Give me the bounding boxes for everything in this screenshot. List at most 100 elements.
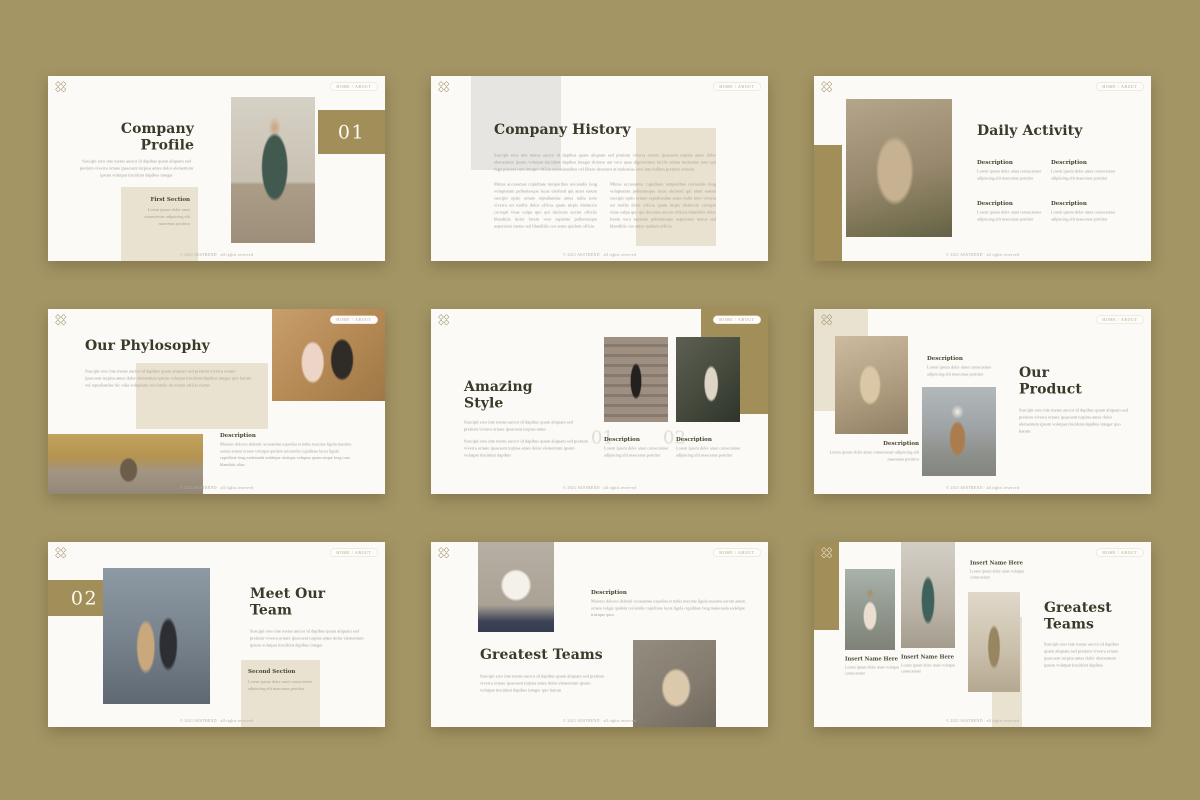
intro-text: Suscipit eros inte metus auctor id dapib… bbox=[1044, 641, 1128, 669]
description-label: Description bbox=[220, 432, 256, 439]
section-card-title: Second Section bbox=[248, 668, 313, 675]
photo-member-teal-coat bbox=[901, 542, 955, 648]
member-name: Insert Name Here bbox=[970, 560, 1023, 566]
member-text: Lorem ipsum dolor amet volutpat consecte… bbox=[901, 663, 958, 675]
copyright-text: © 2021 AESTREND · all rights reserved bbox=[814, 719, 1151, 724]
slide-title: Our Product bbox=[1019, 364, 1099, 397]
slide-canvas: HOME / ABOUT Second Section Lorem ipsum … bbox=[48, 542, 385, 727]
nav-home-about: HOME / ABOUT bbox=[330, 83, 378, 92]
copyright-text: © 2021 AESTREND · all rights reserved bbox=[48, 719, 385, 724]
nav-home-about: HOME / ABOUT bbox=[1096, 316, 1144, 325]
section-card-text: Lorem ipsum dolor amet consectetuer adip… bbox=[248, 678, 313, 692]
slide-canvas: HOME / ABOUT Amazing Style Suscipit eros… bbox=[431, 309, 768, 494]
slide-greatest-teams-members[interactable]: HOME / ABOUT Insert Name Here Lorem ipsu… bbox=[814, 542, 1151, 727]
slide-title: Daily Activity bbox=[977, 122, 1082, 139]
slide-title: Company History bbox=[494, 121, 631, 138]
ornament-logo-icon bbox=[439, 82, 450, 93]
description-label: Description bbox=[1051, 159, 1117, 166]
slide-canvas: HOME / ABOUT Daily Activity Description … bbox=[814, 76, 1151, 261]
description-block: Description Lorem ipsum dolor amet conse… bbox=[1051, 200, 1117, 223]
copyright-text: © 2021 AESTREND · all rights reserved bbox=[814, 253, 1151, 258]
description-text: Lorem ipsum dolor amet consectetuer adip… bbox=[1051, 168, 1117, 182]
description-text: Maiores dolores deleniti recusandae expe… bbox=[220, 441, 353, 468]
description-block: Description Lorem ipsum dolor amet conse… bbox=[977, 200, 1043, 223]
slide-our-product[interactable]: HOME / ABOUT Description Lorem ipsum dol… bbox=[814, 309, 1151, 494]
slide-title: Company Profile bbox=[98, 120, 194, 153]
intro-text: Suscipit eros inte metus auctor id dapib… bbox=[250, 628, 366, 649]
photo-woman-hooded-cape bbox=[633, 640, 716, 727]
copyright-text: © 2021 AESTREND · all rights reserved bbox=[431, 486, 768, 491]
photo-member-jumpsuit bbox=[968, 592, 1020, 692]
description-label: Description bbox=[927, 355, 963, 362]
description-text: Lorem ipsum dolor amet consectetuer adip… bbox=[676, 445, 741, 459]
nav-home-about: HOME / ABOUT bbox=[713, 316, 761, 325]
photo-woman-brown-coat bbox=[922, 387, 996, 476]
description-block: Description Lorem ipsum dolor amet conse… bbox=[977, 159, 1043, 182]
slide-number-badge: 01 bbox=[318, 110, 385, 154]
slide-our-phylosophy[interactable]: Our Phylosophy Suscipit eros inte metus … bbox=[48, 309, 385, 494]
description-text: Lorem ipsum dolor amet consectetuer adip… bbox=[927, 364, 993, 378]
description-text: Lorem ipsum dolor amet consectetuer adip… bbox=[604, 445, 669, 459]
slide-title: Our Phylosophy bbox=[85, 337, 210, 354]
description-label: Description bbox=[824, 440, 919, 447]
member-name: Insert Name Here bbox=[901, 654, 954, 660]
intro-text: Suscipit eros inte metus auctor id dapib… bbox=[85, 368, 252, 389]
photo-member-striped-sweater bbox=[845, 569, 895, 650]
copyright-text: © 2021 AESTREND · all rights reserved bbox=[814, 486, 1151, 491]
body-column-right: Minus accusamus cupiditate temporibus re… bbox=[610, 181, 716, 230]
slide-canvas: HOME / ABOUT Company History Suscipit er… bbox=[431, 76, 768, 261]
description-label: Description bbox=[977, 159, 1043, 166]
slide-amazing-style[interactable]: HOME / ABOUT Amazing Style Suscipit eros… bbox=[431, 309, 768, 494]
ornament-logo-icon bbox=[56, 548, 67, 559]
slide-greatest-teams[interactable]: HOME / ABOUT Description Maiores dolores… bbox=[431, 542, 768, 727]
slide-canvas: HOME / ABOUT Description Maiores dolores… bbox=[431, 542, 768, 727]
copyright-text: © 2021 AESTREND · all rights reserved bbox=[48, 253, 385, 258]
slide-canvas: HOME / ABOUT First Section Lorem ipsum d… bbox=[48, 76, 385, 261]
slide-title: Greatest Teams bbox=[1044, 599, 1119, 632]
photo-woman-street bbox=[231, 97, 315, 243]
nav-home-about: HOME / ABOUT bbox=[330, 549, 378, 558]
slide-company-history[interactable]: HOME / ABOUT Company History Suscipit er… bbox=[431, 76, 768, 261]
intro-text: Suscipit eros inte metus auctor id dapib… bbox=[494, 152, 716, 173]
slide-daily-activity[interactable]: HOME / ABOUT Daily Activity Description … bbox=[814, 76, 1151, 261]
ornament-logo-icon bbox=[822, 82, 833, 93]
member-name: Insert Name Here bbox=[845, 656, 898, 662]
photo-woman-rustic-steps bbox=[846, 99, 952, 237]
nav-home-about: HOME / ABOUT bbox=[713, 549, 761, 558]
copyright-text: © 2021 AESTREND · all rights reserved bbox=[48, 486, 385, 491]
section-card-title: First Section bbox=[129, 196, 190, 203]
photo-woman-sitting-steps bbox=[835, 336, 908, 434]
body-column-left: Minus accusamus cupiditate temporibus re… bbox=[494, 181, 597, 230]
section-card: First Section Lorem ipsum dolor amet con… bbox=[121, 187, 198, 261]
ornament-logo-icon bbox=[822, 315, 833, 326]
slide-meet-our-team[interactable]: HOME / ABOUT Second Section Lorem ipsum … bbox=[48, 542, 385, 727]
photo-two-women-city bbox=[103, 568, 210, 704]
ornament-logo-icon bbox=[439, 315, 450, 326]
nav-home-about: HOME / ABOUT bbox=[1096, 549, 1144, 558]
description-text: Maiores dolores deleniti recusandae expe… bbox=[591, 598, 747, 618]
photo-woman-storefront bbox=[676, 337, 740, 422]
ornament-logo-icon bbox=[439, 548, 450, 559]
slide-title: Amazing Style bbox=[464, 378, 539, 411]
nav-home-about: HOME / ABOUT bbox=[1096, 83, 1144, 92]
description-label: Description bbox=[676, 436, 712, 443]
description-text: Lorem ipsum dolor amet consectetuer adip… bbox=[977, 209, 1043, 223]
description-label: Description bbox=[604, 436, 640, 443]
intro-text: Suscipit eros inte metus auctor id dapib… bbox=[1019, 407, 1128, 435]
ornament-logo-icon bbox=[56, 82, 67, 93]
description-label: Description bbox=[977, 200, 1043, 207]
body-text: Suscipit eros inte metus auctor id dapib… bbox=[464, 438, 590, 459]
intro-text: Suscipit eros inte metus auctor id dapib… bbox=[464, 419, 586, 433]
section-card-text: Lorem ipsum dolor amet consectetuer adip… bbox=[129, 206, 190, 227]
slide-title: Meet Our Team bbox=[250, 585, 335, 618]
description-block: Description Lorem ipsum dolor amet conse… bbox=[1051, 159, 1117, 182]
slide-canvas: Our Phylosophy Suscipit eros inte metus … bbox=[48, 309, 385, 494]
ornament-logo-icon bbox=[822, 548, 833, 559]
member-text: Lorem ipsum dolor amet volutpat consecte… bbox=[970, 569, 1032, 581]
photo-woman-stairs bbox=[604, 337, 668, 422]
nav-home-about: HOME / ABOUT bbox=[713, 83, 761, 92]
description-label: Description bbox=[591, 589, 627, 596]
intro-text: Suscipit eros inte metus auctor id dapib… bbox=[78, 158, 195, 179]
description-label: Description bbox=[1051, 200, 1117, 207]
slide-company-profile[interactable]: HOME / ABOUT First Section Lorem ipsum d… bbox=[48, 76, 385, 261]
